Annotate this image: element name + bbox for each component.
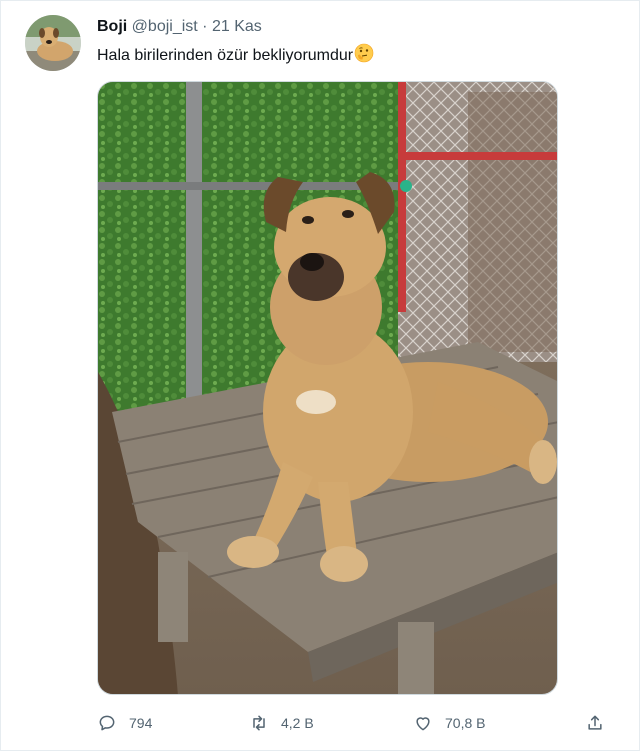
avatar[interactable] bbox=[25, 15, 81, 71]
retweet-count: 4,2 B bbox=[281, 715, 314, 731]
heart-icon bbox=[416, 717, 430, 731]
thinking-face-icon bbox=[354, 43, 374, 69]
share-button[interactable] bbox=[585, 709, 617, 737]
tweet-text: Hala birilerinden özür bekliyorumdur bbox=[97, 43, 374, 69]
tweet-actions: 794 4,2 B 70,8 B bbox=[97, 709, 617, 737]
tweet-card[interactable]: Boji @boji_ist · 21 Kas Hala birilerinde… bbox=[0, 0, 640, 751]
like-count: 70,8 B bbox=[445, 715, 486, 731]
dog-photo bbox=[98, 82, 557, 694]
header-separator: · bbox=[202, 18, 208, 35]
reply-button[interactable]: 794 bbox=[97, 709, 152, 737]
reply-icon bbox=[99, 715, 115, 731]
dog-avatar-image bbox=[25, 15, 81, 71]
author-name[interactable]: Boji bbox=[97, 18, 127, 35]
tweet-photo[interactable] bbox=[97, 81, 558, 695]
retweet-button[interactable]: 4,2 B bbox=[249, 709, 314, 737]
like-button[interactable]: 70,8 B bbox=[413, 709, 485, 737]
retweet-icon bbox=[253, 715, 265, 731]
tweet-text-content: Hala birilerinden özür bekliyorumdur bbox=[97, 47, 354, 64]
tweet-header: Boji @boji_ist · 21 Kas bbox=[97, 17, 262, 37]
reply-count: 794 bbox=[129, 715, 153, 731]
tweet-date[interactable]: 21 Kas bbox=[212, 18, 262, 35]
author-handle[interactable]: @boji_ist bbox=[132, 18, 198, 35]
share-icon bbox=[588, 715, 602, 730]
